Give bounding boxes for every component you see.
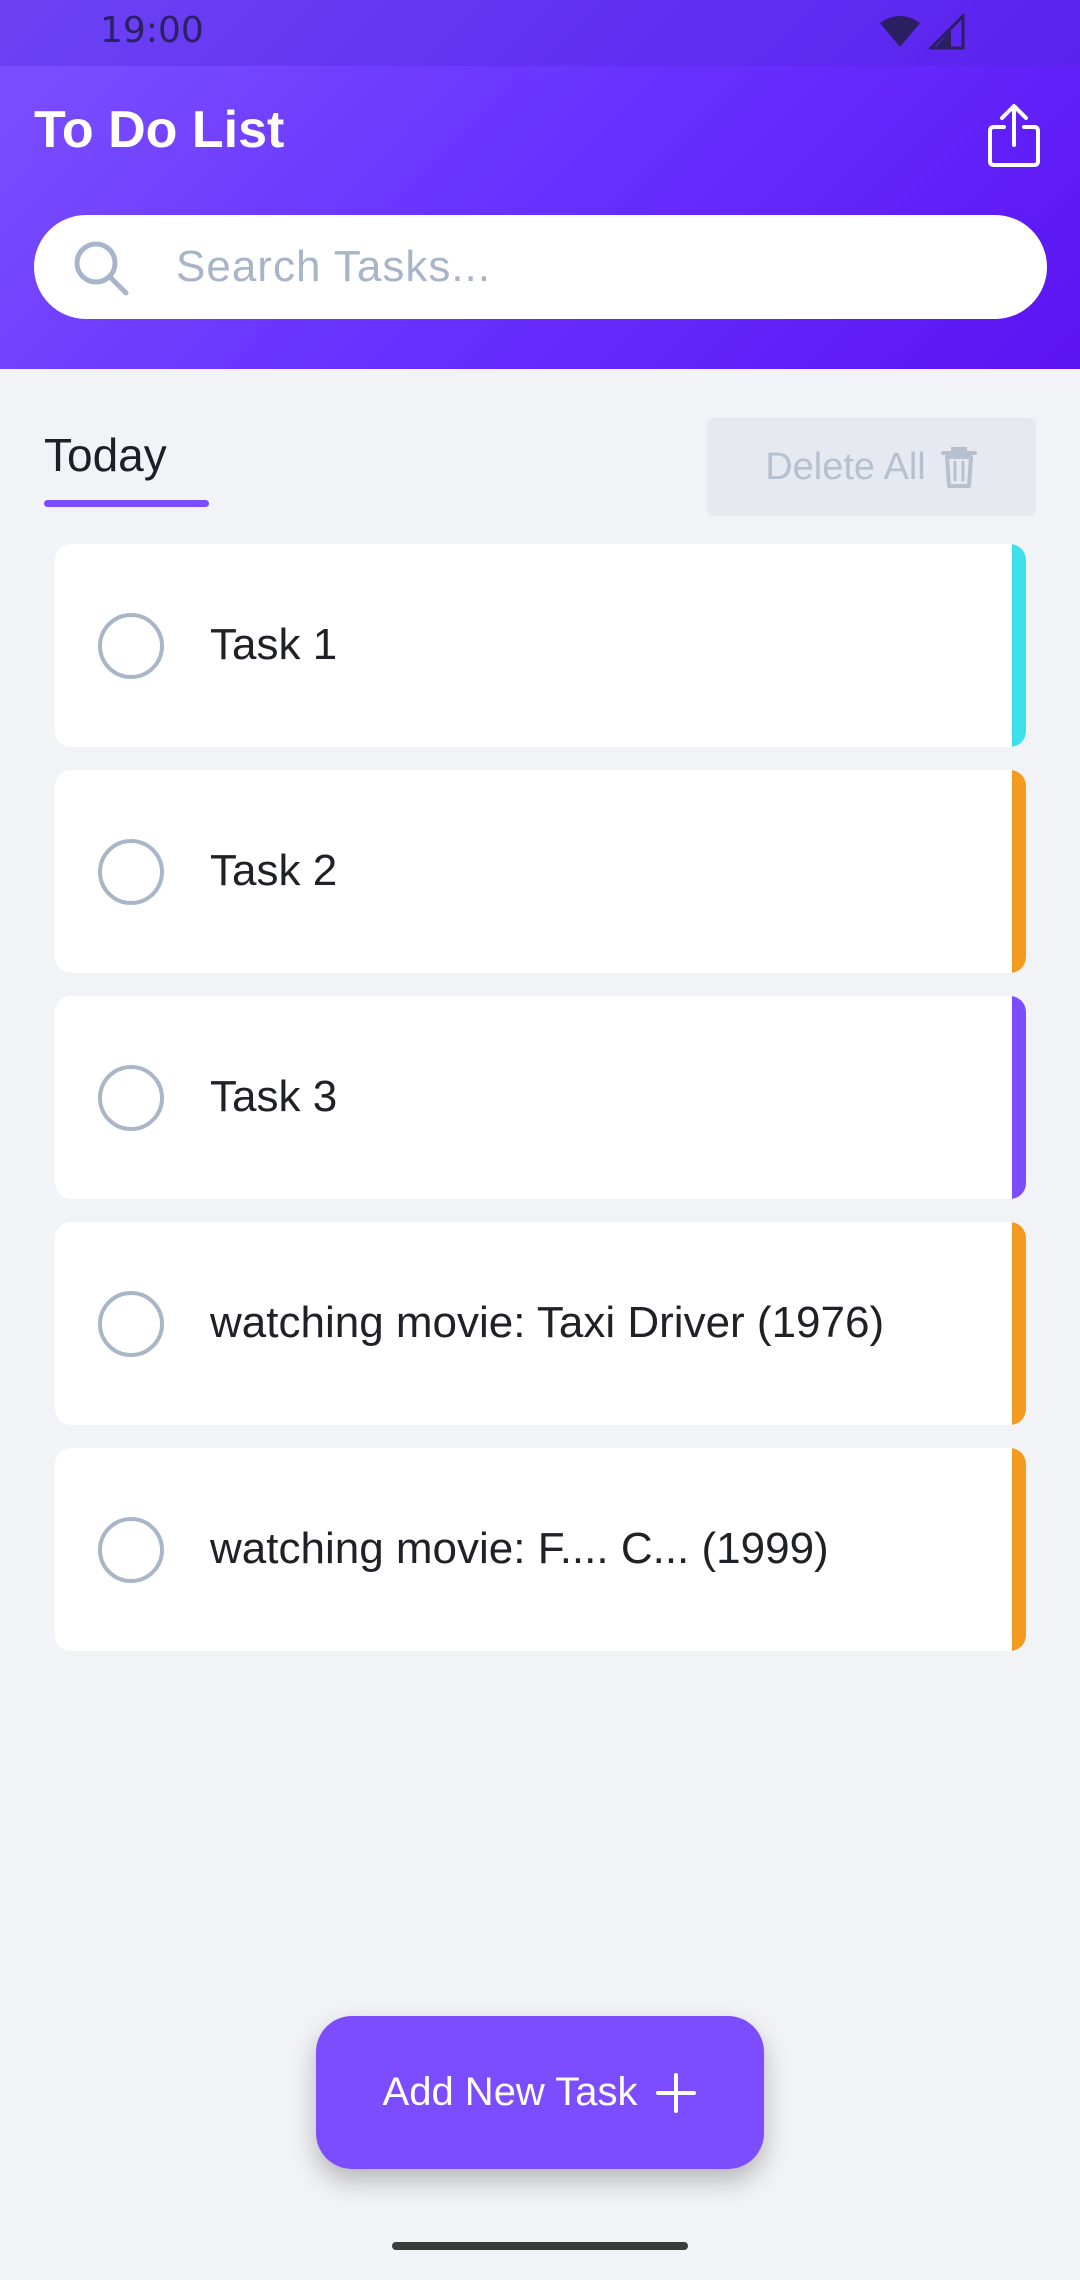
task-card[interactable]: watching movie: F.... C... (1999) (55, 1448, 1026, 1651)
task-label: watching movie: Taxi Driver (1976) (210, 1298, 885, 1347)
task-label: watching movie: F.... C... (1999) (210, 1524, 829, 1573)
task-card[interactable]: Task 2 (55, 770, 1026, 973)
task-list: Task 1 Task 2 Task 3 watching movie: Tax… (55, 544, 1026, 1674)
task-priority-accent (1012, 996, 1026, 1199)
task-checkbox[interactable] (98, 839, 164, 905)
search-bar[interactable] (34, 215, 1047, 319)
delete-all-button[interactable]: Delete All (707, 418, 1036, 516)
task-checkbox[interactable] (98, 1065, 164, 1131)
task-checkbox[interactable] (98, 1291, 164, 1357)
cellular-signal-icon (929, 14, 965, 50)
share-icon (988, 104, 1040, 167)
task-card[interactable]: watching movie: Taxi Driver (1976) (55, 1222, 1026, 1425)
app-header: 19:00 To Do List (0, 0, 1080, 369)
wifi-icon (880, 16, 920, 47)
task-priority-accent (1012, 770, 1026, 973)
task-card[interactable]: Task 1 (55, 544, 1026, 747)
add-new-task-label: Add New Task (382, 2070, 638, 2114)
task-priority-accent (1012, 1222, 1026, 1425)
task-priority-accent (1012, 1448, 1026, 1651)
task-label: Task 3 (210, 1072, 338, 1121)
task-label: Task 1 (210, 620, 338, 669)
trash-icon (940, 447, 977, 488)
task-priority-accent (1012, 544, 1026, 747)
task-checkbox[interactable] (98, 1517, 164, 1583)
share-button[interactable] (982, 100, 1046, 172)
page-title: To Do List (34, 101, 285, 159)
status-icons (879, 14, 965, 50)
add-new-task-button[interactable]: Add New Task (316, 2016, 764, 2169)
status-bar: 19:00 (0, 0, 1080, 66)
plus-icon (656, 2072, 697, 2113)
task-card[interactable]: Task 3 (55, 996, 1026, 1199)
search-input[interactable] (174, 235, 1014, 299)
search-icon (74, 241, 129, 296)
tab-today[interactable]: Today (44, 428, 167, 482)
task-checkbox[interactable] (98, 613, 164, 679)
status-time: 19:00 (100, 10, 204, 51)
delete-all-label: Delete All (765, 445, 926, 488)
task-label: Task 2 (210, 846, 338, 895)
home-indicator[interactable] (392, 2242, 688, 2250)
tab-today-indicator (44, 500, 209, 507)
